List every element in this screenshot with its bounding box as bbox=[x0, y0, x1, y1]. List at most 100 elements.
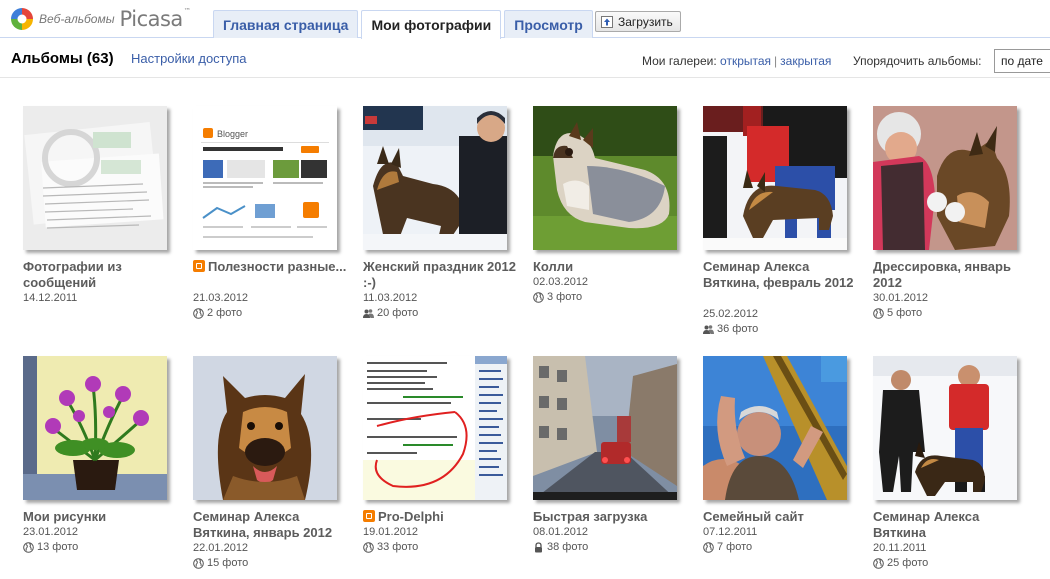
album-thumbnail[interactable]: Blogger bbox=[193, 106, 337, 250]
people-icon bbox=[703, 324, 714, 335]
album-photo-count: 13 фото bbox=[23, 541, 78, 553]
album-photo-count: 5 фото bbox=[873, 307, 922, 319]
album-photo-count: 7 фото bbox=[703, 541, 752, 553]
album-title-text: Женский праздник 2012 :-) bbox=[363, 259, 516, 290]
picasa-logo-icon bbox=[11, 8, 33, 30]
album-title[interactable]: Семинар Алекса Вяткина bbox=[873, 509, 1033, 541]
album-title[interactable]: Семинар Алекса Вяткина, январь 2012 bbox=[193, 509, 353, 541]
album-photo-count-text: 7 фото bbox=[717, 541, 753, 553]
sort-select[interactable]: по дате bbox=[994, 49, 1050, 73]
upload-label: Загрузить bbox=[618, 14, 673, 29]
album-thumbnail[interactable] bbox=[533, 106, 677, 250]
album-title-text: Семинар Алекса Вяткина, январь 2012 bbox=[193, 509, 333, 540]
album-thumbnail[interactable] bbox=[193, 356, 337, 500]
album-title[interactable]: Дрессировка, январь 2012 bbox=[873, 259, 1033, 291]
album-thumbnail[interactable] bbox=[23, 356, 167, 500]
album-date: 21.03.2012 bbox=[193, 292, 249, 304]
album-photo-count-text: 25 фото bbox=[887, 557, 929, 569]
album-title[interactable]: Семейный сайт bbox=[703, 509, 863, 525]
album-title-text: Мои рисунки bbox=[23, 509, 107, 524]
album-photo-count: 25 фото bbox=[873, 557, 928, 569]
album-date: 22.01.2012 bbox=[193, 542, 249, 554]
gallery-separator: | bbox=[774, 54, 778, 68]
album-date: 08.01.2012 bbox=[533, 526, 589, 538]
album-date: 20.11.2011 bbox=[873, 542, 927, 554]
album-photo-count-text: 2 фото bbox=[207, 307, 243, 319]
logo-brand: Picasa bbox=[119, 7, 184, 31]
album-thumbnail[interactable] bbox=[873, 356, 1017, 500]
album-photo-count-text: 33 фото bbox=[377, 541, 419, 553]
lock-icon bbox=[533, 541, 544, 553]
main-tabs: Главная страница Мои фотографии Просмотр bbox=[213, 10, 593, 39]
gallery-private-link[interactable]: закрытая bbox=[780, 54, 831, 68]
album-photo-count-text: 13 фото bbox=[37, 541, 79, 553]
album-title[interactable]: Полезности разные... bbox=[193, 259, 353, 275]
album-title-text: Колли bbox=[533, 259, 574, 274]
album-date: 11.03.2012 bbox=[363, 292, 418, 304]
globe-icon bbox=[193, 307, 204, 319]
upload-button[interactable]: Загрузить bbox=[595, 11, 681, 32]
album-photo-count-text: 20 фото bbox=[377, 307, 419, 319]
album-photo-count-text: 36 фото bbox=[717, 323, 759, 335]
globe-icon bbox=[23, 541, 34, 553]
album-date: 02.03.2012 bbox=[533, 276, 589, 288]
album-thumbnail[interactable] bbox=[703, 106, 847, 250]
tab-home[interactable]: Главная страница bbox=[213, 10, 359, 38]
album-date: 07.12.2011 bbox=[703, 526, 758, 538]
top-bar: Веб-альбомы Picasa™ Главная страница Мои… bbox=[0, 0, 1050, 39]
album-title[interactable]: Семинар Алекса Вяткина, февраль 2012 bbox=[703, 259, 863, 291]
album-date: 14.12.2011 bbox=[23, 292, 78, 304]
album-photo-count: 33 фото bbox=[363, 541, 418, 553]
globe-icon bbox=[193, 557, 204, 569]
page-title: Альбомы (63) bbox=[11, 50, 114, 67]
album-photo-count-text: 3 фото bbox=[547, 291, 583, 303]
album-thumbnail[interactable] bbox=[23, 106, 167, 250]
logo-tm: ™ bbox=[183, 7, 191, 15]
album-title-text: Быстрая загрузка bbox=[533, 509, 648, 524]
logo-big-text: Picasa™ bbox=[120, 7, 191, 31]
tab-browse[interactable]: Просмотр bbox=[504, 10, 593, 38]
album-thumbnail[interactable] bbox=[873, 106, 1017, 250]
galleries-label: Мои галереи: bbox=[642, 54, 717, 68]
album-thumbnail[interactable] bbox=[533, 356, 677, 500]
album-title[interactable]: Колли bbox=[533, 259, 693, 275]
blogger-icon bbox=[363, 510, 375, 522]
album-thumbnail[interactable] bbox=[363, 106, 507, 250]
album-title[interactable]: Мои рисунки bbox=[23, 509, 183, 525]
album-thumbnail[interactable] bbox=[703, 356, 847, 500]
album-title-text: Семейный сайт bbox=[703, 509, 804, 524]
albums-header: Альбомы (63) Настройки доступа Мои галер… bbox=[0, 38, 1050, 78]
people-icon bbox=[363, 308, 374, 319]
album-title-text: Фотографии из сообщений bbox=[23, 259, 122, 290]
access-settings-link[interactable]: Настройки доступа bbox=[131, 51, 247, 66]
album-date: 19.01.2012 bbox=[363, 526, 419, 538]
album-photo-count: 15 фото bbox=[193, 557, 248, 569]
album-title-text: Дрессировка, январь 2012 bbox=[873, 259, 1011, 290]
album-title[interactable]: Женский праздник 2012 :-) bbox=[363, 259, 523, 291]
album-photo-count: 38 фото bbox=[533, 541, 588, 553]
tab-my-photos[interactable]: Мои фотографии bbox=[361, 10, 502, 39]
album-photo-count-text: 15 фото bbox=[207, 557, 249, 569]
album-date: 23.01.2012 bbox=[23, 526, 79, 538]
blogger-icon bbox=[193, 260, 205, 272]
upload-icon bbox=[601, 15, 613, 28]
picasa-logo[interactable]: Веб-альбомы Picasa™ bbox=[10, 6, 191, 32]
album-title-text: Семинар Алекса Вяткина bbox=[873, 509, 980, 540]
album-title[interactable]: Pro-Delphi bbox=[363, 509, 523, 525]
svg-text:Blogger: Blogger bbox=[217, 129, 248, 139]
album-photo-count: 2 фото bbox=[193, 307, 242, 319]
album-thumbnail[interactable] bbox=[363, 356, 507, 500]
globe-icon bbox=[873, 307, 884, 319]
galleries: Мои галереи: открытая | закрытая bbox=[642, 54, 831, 68]
logo-small-text: Веб-альбомы bbox=[39, 12, 115, 26]
album-date: 25.02.2012 bbox=[703, 308, 759, 320]
album-title-text: Семинар Алекса Вяткина, февраль 2012 bbox=[703, 259, 854, 290]
album-title[interactable]: Фотографии из сообщений bbox=[23, 259, 183, 291]
album-photo-count: 3 фото bbox=[533, 291, 582, 303]
album-photo-count: 36 фото bbox=[703, 323, 758, 335]
album-title[interactable]: Быстрая загрузка bbox=[533, 509, 693, 525]
album-photo-count: 20 фото bbox=[363, 307, 418, 319]
album-date: 30.01.2012 bbox=[873, 292, 929, 304]
album-title-text: Полезности разные... bbox=[208, 259, 347, 274]
gallery-public-link[interactable]: открытая bbox=[720, 54, 771, 68]
